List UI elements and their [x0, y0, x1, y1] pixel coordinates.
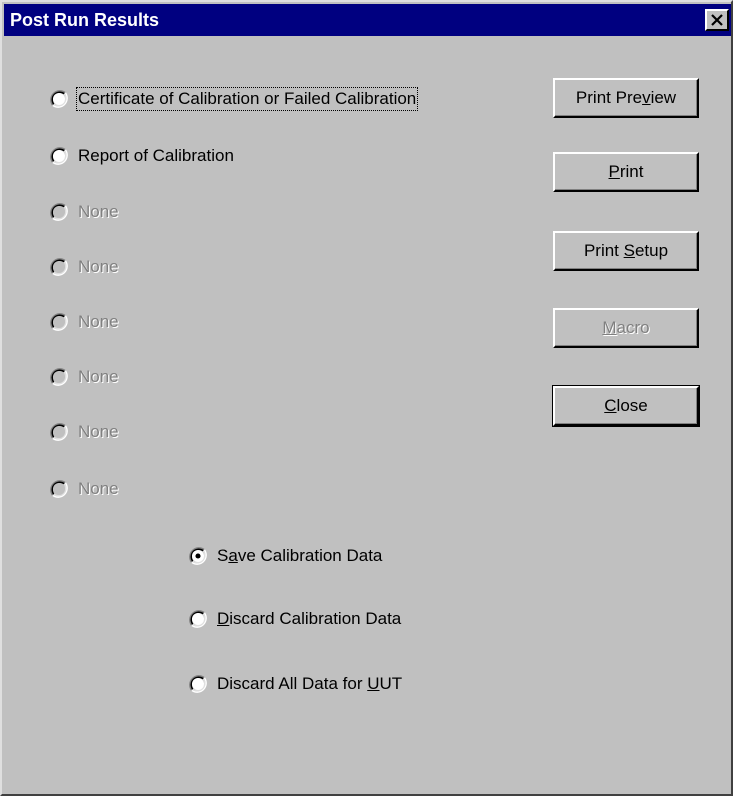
report-option-label: Certificate of Calibration or Failed Cal…: [75, 87, 419, 111]
report-option-label: None: [78, 257, 119, 276]
print-preview-button[interactable]: Print Preview: [553, 78, 699, 118]
close-window-button[interactable]: [705, 9, 729, 31]
radio-button-icon: [50, 203, 68, 221]
window-title: Post Run Results: [10, 10, 160, 30]
radio-button-icon[interactable]: [189, 610, 207, 628]
radio-button-icon[interactable]: [189, 675, 207, 693]
report-option-label: None: [78, 202, 119, 221]
radio-button-icon: [50, 368, 68, 386]
print-button[interactable]: Print: [553, 152, 699, 192]
radio-button-icon: [50, 423, 68, 441]
radio-button-icon[interactable]: [189, 547, 207, 565]
radio-button-icon[interactable]: [50, 147, 68, 165]
close-button[interactable]: Close: [552, 385, 700, 427]
radio-button-icon: [50, 313, 68, 331]
title-bar: Post Run Results: [4, 4, 731, 36]
data-option-label: Save Calibration Data: [217, 546, 383, 565]
radio-button-icon: [50, 480, 68, 498]
print-setup-button[interactable]: Print Setup: [553, 231, 699, 271]
report-option-label: None: [78, 367, 119, 386]
report-option-label: None: [78, 312, 119, 331]
data-option-label: Discard Calibration Data: [217, 609, 402, 628]
radio-button-icon[interactable]: [50, 90, 68, 108]
report-option-label: None: [78, 479, 119, 498]
data-option-label: Discard All Data for UUT: [217, 674, 403, 693]
report-option-label: None: [78, 422, 119, 441]
radio-button-icon: [50, 258, 68, 276]
post-run-results-dialog: Post Run Results Certificate of Calibrat…: [0, 0, 733, 796]
macro-button: Macro: [553, 308, 699, 348]
close-icon: [711, 14, 723, 26]
report-option-label: Report of Calibration: [78, 146, 234, 165]
